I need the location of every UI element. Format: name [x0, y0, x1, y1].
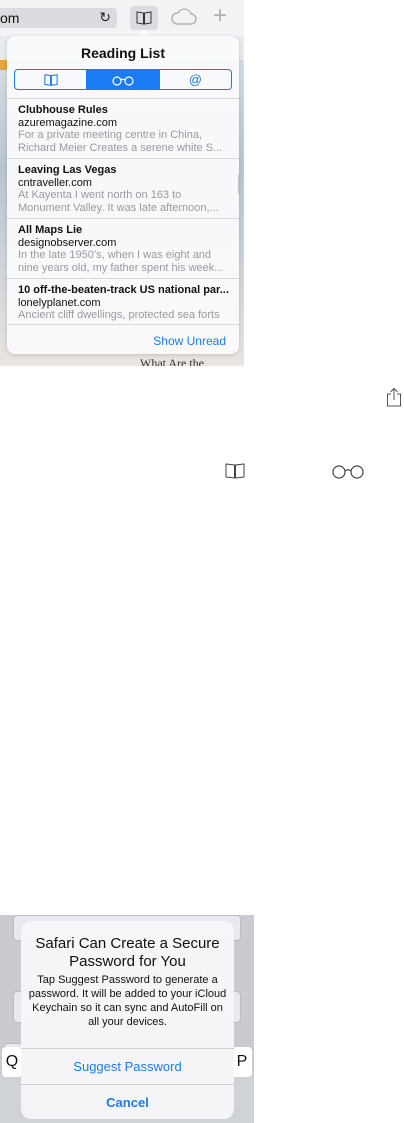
- scrollbar[interactable]: [238, 174, 239, 194]
- book-icon: [44, 73, 58, 86]
- icloud-tabs-icon[interactable]: [171, 8, 197, 26]
- share-icon[interactable]: [386, 387, 402, 407]
- browser-toolbar: om ↻ +: [0, 0, 244, 36]
- reading-list-items: Clubhouse Rules azuremagazine.com For a …: [7, 98, 239, 338]
- item-host: lonelyplanet.com: [18, 297, 101, 309]
- item-host: designobserver.com: [18, 237, 117, 249]
- segment-bookmarks[interactable]: [15, 70, 88, 89]
- item-description: In the late 1950’s, when I was eight and…: [18, 249, 224, 274]
- password-alert-dialog: Safari Can Create a Secure Password for …: [21, 921, 234, 1119]
- background-article-snippet: What Are the: [140, 356, 204, 366]
- list-item[interactable]: All Maps Lie designobserver.com In the l…: [7, 218, 239, 278]
- book-icon[interactable]: [225, 462, 245, 480]
- item-title: Leaving Las Vegas: [18, 164, 117, 176]
- item-title: 10 off-the-beaten-track US national par.…: [18, 284, 229, 296]
- show-unread-bar: Show Unread: [7, 324, 239, 354]
- segment-reading-list[interactable]: [87, 70, 160, 89]
- segmented-control: @: [14, 69, 232, 90]
- list-item[interactable]: Leaving Las Vegas cntraveller.com At Kay…: [7, 158, 239, 218]
- bookmarks-button[interactable]: [130, 6, 158, 30]
- alert-message: Tap Suggest Password to generate a passw…: [28, 974, 227, 1028]
- book-icon: [136, 11, 152, 25]
- list-item[interactable]: Clubhouse Rules azuremagazine.com For a …: [7, 98, 239, 158]
- suggest-password-button[interactable]: Suggest Password: [21, 1048, 234, 1084]
- reading-list-screenshot: What Are the om ↻ + Reading List @ Clubh…: [0, 0, 244, 366]
- password-alert-screenshot: Q P Safari Can Create a Secure Password …: [0, 915, 254, 1123]
- address-bar[interactable]: om ↻: [0, 8, 117, 28]
- key-q[interactable]: Q: [2, 1047, 22, 1077]
- item-host: azuremagazine.com: [18, 117, 118, 129]
- segment-shared-links[interactable]: @: [160, 70, 231, 89]
- show-unread-button[interactable]: Show Unread: [153, 334, 226, 348]
- address-text: om: [0, 10, 20, 26]
- new-tab-icon[interactable]: +: [213, 4, 227, 28]
- item-description: For a private meeting centre in China, R…: [18, 129, 223, 154]
- item-title: Clubhouse Rules: [18, 104, 108, 116]
- item-description: At Kayenta I went north on 163 to Monume…: [18, 189, 219, 214]
- popover-title: Reading List: [80, 45, 165, 61]
- at-icon: @: [188, 72, 202, 87]
- reading-list-popover: Reading List @ Clubhouse Rules azuremaga…: [7, 36, 239, 354]
- item-title: All Maps Lie: [18, 224, 83, 236]
- alert-title: Safari Can Create a Secure Password for …: [35, 935, 220, 970]
- glasses-icon: [112, 75, 134, 86]
- reload-icon[interactable]: ↻: [99, 9, 111, 26]
- cancel-button[interactable]: Cancel: [21, 1084, 234, 1119]
- item-description: Ancient cliff dwellings, protected sea f…: [18, 309, 220, 321]
- key-p[interactable]: P: [232, 1047, 252, 1077]
- item-host: cntraveller.com: [18, 177, 92, 189]
- glasses-icon[interactable]: [331, 463, 365, 479]
